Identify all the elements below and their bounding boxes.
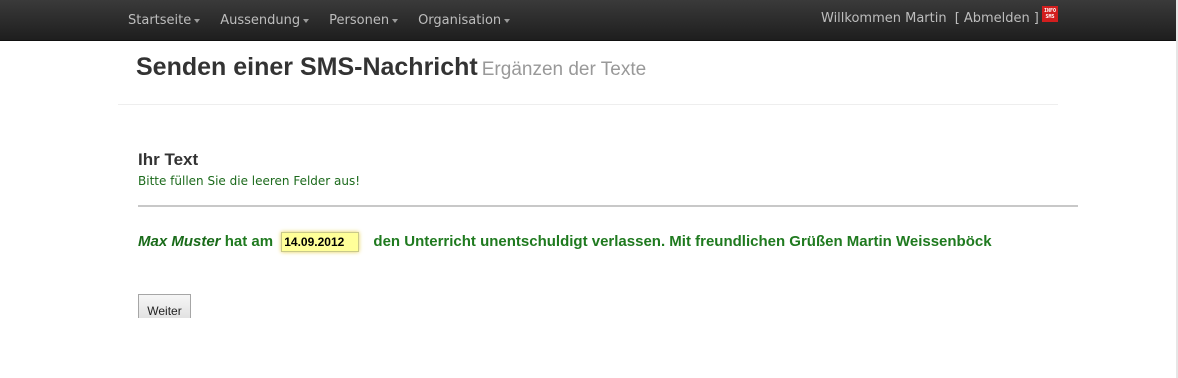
top-navbar: Startseite Aussendung Personen Organisat… xyxy=(0,0,1176,41)
info-sms-logo-icon: INFO SMS xyxy=(1042,6,1058,22)
page-subtitle: Ergänzen der Texte xyxy=(481,59,647,80)
sms-message: Max Muster hat am den Unterricht unentsc… xyxy=(138,228,1038,256)
caret-down-icon xyxy=(392,19,399,23)
nav-item-label: Aussendung xyxy=(220,12,301,28)
nav-item-startseite[interactable]: Startseite xyxy=(128,12,201,28)
welcome-label: Willkommen Martin xyxy=(821,10,947,26)
section-title: Ihr Text xyxy=(138,150,199,169)
bracket-open: [ xyxy=(954,10,960,26)
user-area: Willkommen Martin [ Abmelden] xyxy=(821,0,1043,36)
caret-down-icon xyxy=(194,19,201,23)
page-title-text: Senden einer SMS-Nachricht xyxy=(136,53,478,81)
weiter-button[interactable]: Weiter xyxy=(138,294,191,318)
date-field[interactable] xyxy=(281,232,360,253)
caret-down-icon xyxy=(504,19,511,23)
logout-link[interactable]: Abmelden xyxy=(964,11,1030,26)
nav-item-organisation[interactable]: Organisation xyxy=(418,12,511,28)
page-title: Senden einer SMS-Nachricht Ergänzen der T… xyxy=(136,53,646,82)
nav-item-label: Startseite xyxy=(128,12,192,28)
nav-item-aussendung[interactable]: Aussendung xyxy=(220,12,310,28)
page-header: Senden einer SMS-Nachricht Ergänzen der T… xyxy=(118,40,1058,105)
welcome-text: Willkommen Martin [ Abmelden] xyxy=(821,11,1043,26)
nav-item-label: Organisation xyxy=(418,12,502,28)
nav-menu: Startseite Aussendung Personen Organisat… xyxy=(128,0,530,40)
message-text-before: hat am xyxy=(224,233,274,250)
bracket-close: ] xyxy=(1033,10,1039,26)
recipient-name: Max Muster xyxy=(138,233,221,250)
section-hint: Bitte füllen Sie die leeren Felder aus! xyxy=(138,174,361,188)
nav-item-personen[interactable]: Personen xyxy=(329,12,399,28)
message-text-after: den Unterricht unentschuldigt verlassen.… xyxy=(373,233,992,250)
caret-down-icon xyxy=(303,19,310,23)
divider xyxy=(138,205,1078,207)
nav-item-label: Personen xyxy=(329,12,390,28)
